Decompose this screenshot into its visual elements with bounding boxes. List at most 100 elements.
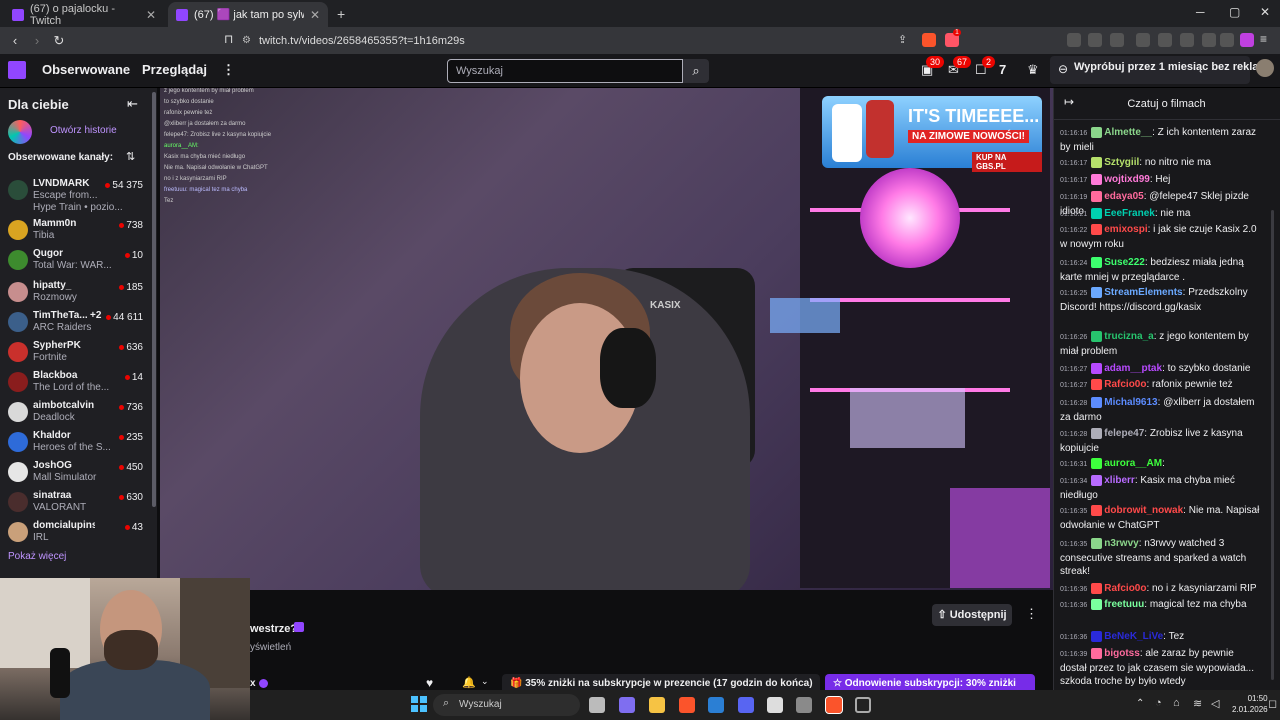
- chat-username[interactable]: Michal9613: [1104, 397, 1157, 408]
- extensions-puzzle-icon[interactable]: [1136, 33, 1150, 47]
- wallet-icon[interactable]: [1180, 33, 1194, 47]
- sidebar-channel-2[interactable]: Mamm0n Tibia 738: [0, 215, 157, 245]
- sidebar-channel-9[interactable]: Khaldor Heroes of the S... 235: [0, 427, 157, 457]
- notification-bell-icon[interactable]: 🔔: [462, 676, 476, 689]
- leo-ai-icon[interactable]: [1202, 33, 1216, 47]
- new-tab-button[interactable]: +: [337, 6, 345, 22]
- chat-username[interactable]: EeeFranek: [1104, 208, 1155, 219]
- copilot-icon[interactable]: [619, 697, 635, 713]
- extension-icon[interactable]: [1067, 33, 1081, 47]
- tray-chevron-icon[interactable]: ⌃: [1136, 698, 1144, 709]
- windows-start-icon[interactable]: [411, 696, 427, 712]
- store-icon[interactable]: [708, 697, 724, 713]
- chat-username[interactable]: emixospi: [1104, 224, 1147, 235]
- taskbar-search[interactable]: Wyszukaj: [433, 694, 580, 716]
- sidebar-channel-1[interactable]: LVNDMARK Escape from... 54 375 Hype Train •…: [0, 175, 157, 213]
- chat-username[interactable]: dobrowit_nowak: [1104, 505, 1183, 516]
- chat-username[interactable]: xliberr: [1104, 475, 1135, 486]
- chevron-down-icon[interactable]: ⌄: [481, 676, 489, 687]
- close-tab-icon[interactable]: ✕: [310, 8, 320, 22]
- address-field[interactable]: ⚙ twitch.tv/videos/2658465355?t=1h16m29s: [242, 32, 465, 49]
- sidebar-channel-11[interactable]: sinatraa VALORANT 630: [0, 487, 157, 517]
- tray-icon[interactable]: ◔: [1155, 697, 1162, 709]
- sort-icon[interactable]: ⇅: [126, 150, 135, 163]
- chat-username[interactable]: Suse222: [1104, 257, 1145, 268]
- task-view-icon[interactable]: [589, 697, 605, 713]
- chat-scrollbar[interactable]: [1271, 210, 1274, 680]
- taskbar-clock[interactable]: 01:50 2.01.2026: [1232, 693, 1268, 715]
- sidebar-channel-10[interactable]: JoshOG Mall Simulator 450: [0, 457, 157, 487]
- chat-username[interactable]: Rafcio0o: [1104, 583, 1146, 594]
- sidebar-toggle-icon[interactable]: [1158, 33, 1172, 47]
- chat-username[interactable]: Almette__: [1104, 127, 1152, 138]
- chat-username[interactable]: wojtixd99: [1104, 174, 1150, 185]
- sidebar-channel-4[interactable]: hipatty_ Rozmowy 185: [0, 277, 157, 307]
- discord-icon[interactable]: [738, 697, 754, 713]
- network-wifi-icon[interactable]: ≋: [1193, 697, 1202, 710]
- obs-icon[interactable]: [855, 697, 871, 713]
- brave-active-icon[interactable]: [825, 696, 843, 714]
- nav-following[interactable]: Obserwowane: [42, 62, 130, 77]
- video-player[interactable]: KASIX IT'S TIMEEEE... NA ZIMOWE NOWOŚCI!…: [160, 88, 1053, 590]
- chat-username[interactable]: aurora__AM: [1104, 458, 1162, 469]
- forward-button[interactable]: ›: [26, 33, 48, 48]
- share-button[interactable]: ⇧ Udostępnij: [932, 604, 1012, 626]
- sidebar-channel-12[interactable]: domcialupinskaIRL 43: [0, 517, 157, 547]
- collapse-sidebar-icon[interactable]: ⇤: [127, 96, 138, 112]
- chat-username[interactable]: adam__ptak: [1104, 363, 1162, 374]
- chat-username[interactable]: BeNeK_LiVe: [1104, 631, 1163, 642]
- chat-username[interactable]: Rafcio0o: [1104, 379, 1146, 390]
- chat-username[interactable]: bigotss: [1104, 648, 1140, 659]
- channel-name[interactable]: x: [250, 678, 256, 689]
- chat-username[interactable]: n3rwvy: [1104, 538, 1138, 549]
- maximize-button[interactable]: ▢: [1229, 5, 1240, 19]
- follow-heart-icon[interactable]: ♥: [426, 676, 433, 690]
- open-stories-link[interactable]: Otwórz historie: [50, 125, 117, 136]
- sidebar-channel-6[interactable]: SypherPK Fortnite 636: [0, 337, 157, 367]
- stories-avatar[interactable]: [8, 120, 32, 144]
- back-button[interactable]: ‹: [4, 33, 26, 48]
- site-info-icon[interactable]: ⚙: [242, 35, 251, 46]
- chat-username[interactable]: edaya05: [1104, 191, 1143, 202]
- file-explorer-icon[interactable]: [649, 697, 665, 713]
- chat-username[interactable]: StreamElements: [1104, 287, 1182, 298]
- vpn-icon[interactable]: [1220, 33, 1234, 47]
- chat-username[interactable]: Sztygiil: [1104, 157, 1139, 168]
- sidebar-channel-3[interactable]: Qugor Total War: WAR... 10: [0, 245, 157, 275]
- sidebar-channel-8[interactable]: aimbotcalvin Deadlock 736: [0, 397, 157, 427]
- profile-icon[interactable]: [1240, 33, 1254, 47]
- browser-tab-active[interactable]: (67) 🟪 jak tam po sylwestrze ✕: [168, 2, 328, 27]
- close-window-button[interactable]: ✕: [1260, 5, 1270, 19]
- brave-icon[interactable]: [679, 697, 695, 713]
- show-more-link[interactable]: Pokaż więcej: [8, 551, 66, 562]
- user-avatar[interactable]: [1256, 59, 1274, 77]
- volume-icon[interactable]: ◁: [1211, 697, 1219, 710]
- network-icon[interactable]: ⌂: [1173, 697, 1180, 709]
- chat-username[interactable]: freetuuu: [1104, 599, 1144, 610]
- more-options-icon[interactable]: ⋮: [1025, 606, 1038, 622]
- sidebar-channel-5[interactable]: TimTheTa... ARC Raiders 44 611 +2: [0, 307, 157, 337]
- twitch-logo-icon[interactable]: [8, 61, 26, 79]
- chat-username[interactable]: felepe47: [1104, 428, 1144, 439]
- expand-chat-icon[interactable]: ↦: [1064, 95, 1074, 109]
- share-page-icon[interactable]: ⇪: [898, 33, 907, 46]
- settings-icon[interactable]: [796, 697, 812, 713]
- reload-icon[interactable]: ↻: [48, 33, 70, 49]
- menu-icon[interactable]: ≡: [1260, 32, 1267, 46]
- sponsor-ad-banner[interactable]: IT'S TIMEEEE... NA ZIMOWE NOWOŚCI! KUP N…: [822, 96, 1042, 172]
- brave-shield-icon[interactable]: [922, 33, 936, 47]
- extension-icon[interactable]: [1110, 33, 1124, 47]
- sidebar-channel-7[interactable]: Blackboa The Lord of the... 14: [0, 367, 157, 397]
- search-input[interactable]: Wyszukaj: [447, 59, 683, 83]
- browser-tab[interactable]: (67) o pajalocku - Twitch ✕: [4, 2, 164, 27]
- minimize-button[interactable]: ─: [1196, 5, 1205, 19]
- nav-browse[interactable]: Przeglądaj: [142, 62, 207, 77]
- extension-icon[interactable]: [1088, 33, 1102, 47]
- chat-username[interactable]: trucizna_a: [1104, 331, 1153, 342]
- notifications-bell-icon[interactable]: ◻: [1268, 697, 1277, 710]
- sidebar-scrollbar[interactable]: [152, 92, 156, 507]
- calculator-icon[interactable]: [767, 697, 783, 713]
- 7tv-icon[interactable]: 7: [999, 62, 1006, 77]
- close-tab-icon[interactable]: ✕: [146, 8, 156, 22]
- bookmark-icon[interactable]: ⊓: [224, 32, 233, 46]
